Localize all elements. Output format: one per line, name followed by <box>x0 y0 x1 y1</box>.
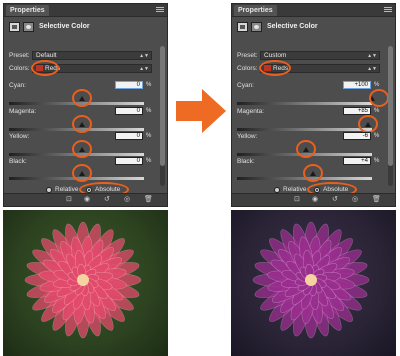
dahlia-illustration <box>24 221 142 339</box>
yellow-unit: % <box>146 133 152 139</box>
highlight-circle <box>72 140 92 158</box>
yellow-value-field[interactable]: 0 <box>115 132 143 140</box>
highlight-circle <box>72 115 92 133</box>
trash-icon[interactable]: 🗑 <box>144 196 153 204</box>
highlight-circle <box>369 89 389 107</box>
black-unit: % <box>146 158 152 164</box>
reset-icon[interactable]: ↺ <box>104 196 110 204</box>
scrollbar-thumb[interactable] <box>388 46 393 166</box>
cyan-label: Cyan: <box>237 82 254 89</box>
magenta-value-field[interactable]: +85 <box>343 107 371 115</box>
clip-to-layer-icon[interactable]: ⊡ <box>66 196 72 204</box>
adjustment-title: Selective Color <box>39 23 90 30</box>
preset-dropdown[interactable]: Custom ▲▼ <box>260 51 380 60</box>
properties-panel-before: Properties Selective Color Preset: Defau… <box>3 3 168 207</box>
preset-value: Default <box>36 52 57 59</box>
black-label: Black: <box>237 158 255 165</box>
adjustment-layer-icon[interactable] <box>237 22 248 32</box>
dahlia-photo-after <box>231 210 396 356</box>
yellow-label: Yellow: <box>9 133 30 140</box>
adjustment-layer-icon[interactable] <box>9 22 20 32</box>
black-value-field[interactable]: 0 <box>115 157 143 165</box>
black-unit: % <box>374 158 380 164</box>
dropdown-arrow-icon: ▲▼ <box>367 66 377 72</box>
trash-icon[interactable]: 🗑 <box>372 196 381 204</box>
preset-value: Custom <box>264 52 287 59</box>
yellow-unit: % <box>374 133 380 139</box>
adjustment-title: Selective Color <box>267 23 318 30</box>
clip-to-layer-icon[interactable]: ⊡ <box>294 196 300 204</box>
relative-label: Relative <box>283 186 307 193</box>
layer-mask-icon[interactable] <box>251 22 262 32</box>
cyan-unit: % <box>146 82 152 88</box>
cyan-slider-track[interactable] <box>237 102 372 105</box>
scrollbar-thumb[interactable] <box>160 46 165 166</box>
flower-center <box>305 274 317 286</box>
highlight-circle <box>296 140 316 158</box>
preset-label: Preset: <box>9 52 30 59</box>
colors-label: Colors: <box>9 65 30 72</box>
magenta-label: Magenta: <box>237 108 265 115</box>
cyan-label: Cyan: <box>9 82 26 89</box>
magenta-value-field[interactable]: 0 <box>115 107 143 115</box>
black-value-field[interactable]: +4 <box>343 157 371 165</box>
dropdown-arrow-icon: ▲▼ <box>139 53 149 59</box>
layer-mask-icon[interactable] <box>23 22 34 32</box>
view-previous-icon[interactable]: ◉ <box>312 196 318 204</box>
highlight-circle <box>303 164 323 182</box>
visibility-eye-icon[interactable]: ◎ <box>352 196 358 204</box>
panel-toolbar: ⊡ ◉ ↺ ◎ 🗑 <box>232 193 395 206</box>
magenta-label: Magenta: <box>9 108 37 115</box>
panel-scrollbar[interactable] <box>160 46 165 186</box>
adjustment-header: Selective Color <box>9 21 162 35</box>
magenta-unit: % <box>374 108 380 114</box>
panel-titlebar: Properties <box>4 4 167 17</box>
properties-tab[interactable]: Properties <box>234 5 277 16</box>
preset-dropdown[interactable]: Default ▲▼ <box>32 51 152 60</box>
cyan-value-field[interactable]: +100 <box>343 81 371 89</box>
visibility-eye-icon[interactable]: ◎ <box>124 196 130 204</box>
dropdown-arrow-icon: ▲▼ <box>367 53 377 59</box>
highlight-circle <box>259 60 291 76</box>
magenta-slider-track[interactable] <box>237 128 372 131</box>
yellow-value-field[interactable]: -6 <box>343 132 371 140</box>
highlight-circle <box>72 89 92 107</box>
panel-menu-icon[interactable] <box>384 7 392 13</box>
preset-label: Preset: <box>237 52 258 59</box>
colors-label: Colors: <box>237 65 258 72</box>
black-label: Black: <box>9 158 27 165</box>
panel-titlebar: Properties <box>232 4 395 17</box>
dropdown-arrow-icon: ▲▼ <box>139 66 149 72</box>
flower-center <box>77 274 89 286</box>
dahlia-illustration <box>252 221 370 339</box>
cyan-unit: % <box>374 82 380 88</box>
before-after-arrow <box>176 89 226 133</box>
highlight-circle <box>358 115 378 133</box>
dahlia-photo-before <box>3 210 168 356</box>
highlight-circle <box>31 60 59 76</box>
view-previous-icon[interactable]: ◉ <box>84 196 90 204</box>
relative-label: Relative <box>55 186 79 193</box>
properties-panel-after: Properties Selective Color Preset: Custo… <box>231 3 396 207</box>
adjustment-header: Selective Color <box>237 21 390 35</box>
cyan-value-field[interactable]: 0 <box>115 81 143 89</box>
panel-menu-icon[interactable] <box>156 7 164 13</box>
reset-icon[interactable]: ↺ <box>332 196 338 204</box>
properties-tab[interactable]: Properties <box>6 5 49 16</box>
panel-scrollbar[interactable] <box>388 46 393 186</box>
magenta-unit: % <box>146 108 152 114</box>
yellow-label: Yellow: <box>237 133 258 140</box>
highlight-circle <box>72 164 92 182</box>
panel-toolbar: ⊡ ◉ ↺ ◎ 🗑 <box>4 193 167 206</box>
